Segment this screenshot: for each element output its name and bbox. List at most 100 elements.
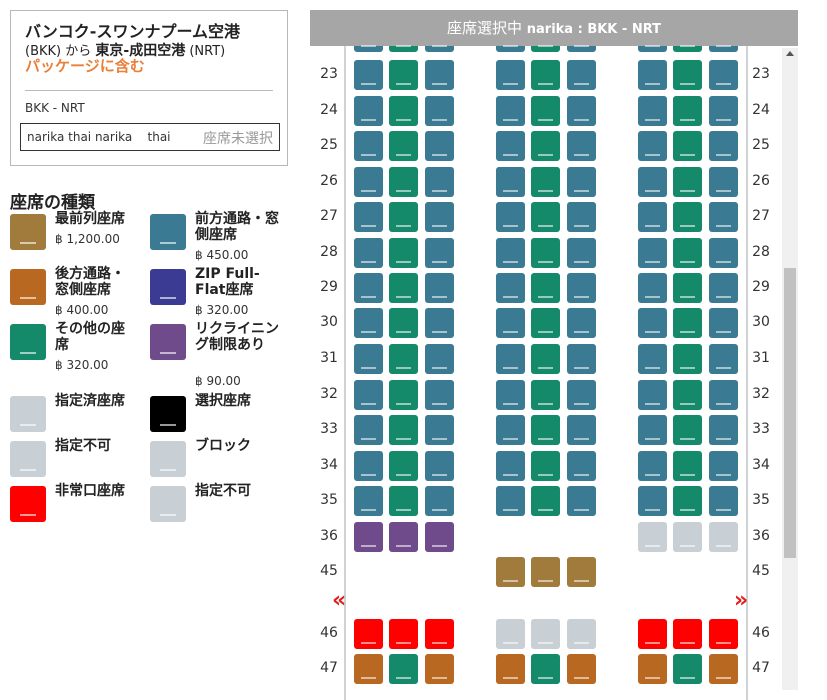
seat[interactable] bbox=[709, 167, 738, 197]
seat[interactable] bbox=[673, 202, 702, 232]
seat[interactable] bbox=[567, 273, 596, 303]
seat[interactable] bbox=[709, 273, 738, 303]
seat[interactable] bbox=[638, 131, 667, 161]
seat[interactable] bbox=[354, 380, 383, 410]
seat[interactable] bbox=[389, 96, 418, 126]
seat[interactable] bbox=[638, 654, 667, 684]
seat[interactable] bbox=[673, 380, 702, 410]
seat[interactable] bbox=[567, 60, 596, 90]
seat[interactable] bbox=[425, 380, 454, 410]
seat[interactable] bbox=[354, 451, 383, 481]
seat[interactable] bbox=[531, 131, 560, 161]
seat[interactable] bbox=[425, 415, 454, 445]
seat[interactable] bbox=[389, 167, 418, 197]
seat[interactable] bbox=[638, 308, 667, 338]
seat[interactable] bbox=[531, 486, 560, 516]
seat[interactable] bbox=[496, 202, 525, 232]
seat[interactable] bbox=[709, 202, 738, 232]
seat[interactable] bbox=[567, 202, 596, 232]
seat[interactable] bbox=[638, 45, 667, 52]
seat[interactable] bbox=[638, 451, 667, 481]
seat[interactable] bbox=[496, 96, 525, 126]
seat[interactable] bbox=[389, 308, 418, 338]
seat[interactable] bbox=[354, 202, 383, 232]
seat[interactable] bbox=[567, 238, 596, 268]
seat[interactable] bbox=[567, 308, 596, 338]
seat[interactable] bbox=[709, 451, 738, 481]
seat[interactable] bbox=[567, 96, 596, 126]
seat[interactable] bbox=[673, 238, 702, 268]
seat[interactable] bbox=[354, 415, 383, 445]
seat[interactable] bbox=[389, 60, 418, 90]
seat[interactable] bbox=[389, 238, 418, 268]
seat[interactable] bbox=[425, 654, 454, 684]
seat[interactable] bbox=[354, 238, 383, 268]
seat[interactable] bbox=[389, 380, 418, 410]
seat-map-scrollbar[interactable] bbox=[782, 48, 798, 690]
seat[interactable] bbox=[531, 45, 560, 52]
seat[interactable] bbox=[496, 486, 525, 516]
seat[interactable] bbox=[531, 557, 560, 587]
seat[interactable] bbox=[425, 273, 454, 303]
seat[interactable] bbox=[709, 654, 738, 684]
seat[interactable] bbox=[673, 344, 702, 374]
seat[interactable] bbox=[567, 131, 596, 161]
seat[interactable] bbox=[389, 131, 418, 161]
seat[interactable] bbox=[673, 415, 702, 445]
seat[interactable] bbox=[673, 486, 702, 516]
seat[interactable] bbox=[354, 273, 383, 303]
seat[interactable] bbox=[709, 486, 738, 516]
seat[interactable] bbox=[709, 380, 738, 410]
seat[interactable] bbox=[496, 131, 525, 161]
seat[interactable] bbox=[496, 167, 525, 197]
seat[interactable] bbox=[354, 131, 383, 161]
seat[interactable] bbox=[531, 238, 560, 268]
seat[interactable] bbox=[425, 486, 454, 516]
seat[interactable] bbox=[354, 486, 383, 516]
seat[interactable] bbox=[709, 415, 738, 445]
passenger-seat-selector[interactable]: narika thai narika thai 座席未選択 bbox=[20, 123, 280, 151]
seat[interactable] bbox=[673, 654, 702, 684]
seat[interactable] bbox=[496, 415, 525, 445]
seat[interactable] bbox=[389, 619, 418, 649]
seat[interactable] bbox=[425, 60, 454, 90]
seat[interactable] bbox=[638, 344, 667, 374]
seat[interactable] bbox=[567, 380, 596, 410]
seat[interactable] bbox=[425, 131, 454, 161]
seat[interactable] bbox=[638, 202, 667, 232]
seat[interactable] bbox=[389, 415, 418, 445]
seat[interactable] bbox=[673, 619, 702, 649]
seat[interactable] bbox=[567, 167, 596, 197]
seat[interactable] bbox=[496, 60, 525, 90]
seat[interactable] bbox=[709, 619, 738, 649]
seat[interactable] bbox=[389, 45, 418, 52]
seat[interactable] bbox=[425, 167, 454, 197]
seat[interactable] bbox=[389, 654, 418, 684]
seat[interactable] bbox=[709, 131, 738, 161]
seat[interactable] bbox=[673, 167, 702, 197]
seat[interactable] bbox=[567, 654, 596, 684]
seat[interactable] bbox=[531, 451, 560, 481]
seat[interactable] bbox=[673, 45, 702, 52]
seat[interactable] bbox=[425, 238, 454, 268]
seat[interactable] bbox=[709, 308, 738, 338]
seat[interactable] bbox=[567, 486, 596, 516]
seat[interactable] bbox=[673, 451, 702, 481]
seat[interactable] bbox=[496, 557, 525, 587]
seat[interactable] bbox=[354, 60, 383, 90]
seat[interactable] bbox=[531, 60, 560, 90]
scroll-thumb[interactable] bbox=[784, 268, 796, 558]
seat[interactable] bbox=[531, 202, 560, 232]
seat[interactable] bbox=[638, 415, 667, 445]
seat[interactable] bbox=[531, 415, 560, 445]
seat[interactable] bbox=[389, 486, 418, 516]
seat[interactable] bbox=[531, 654, 560, 684]
seat[interactable] bbox=[354, 167, 383, 197]
seat[interactable] bbox=[567, 45, 596, 52]
seat[interactable] bbox=[354, 619, 383, 649]
seat[interactable] bbox=[709, 238, 738, 268]
seat[interactable] bbox=[496, 654, 525, 684]
seat[interactable] bbox=[354, 344, 383, 374]
seat[interactable] bbox=[638, 619, 667, 649]
seat[interactable] bbox=[425, 522, 454, 552]
